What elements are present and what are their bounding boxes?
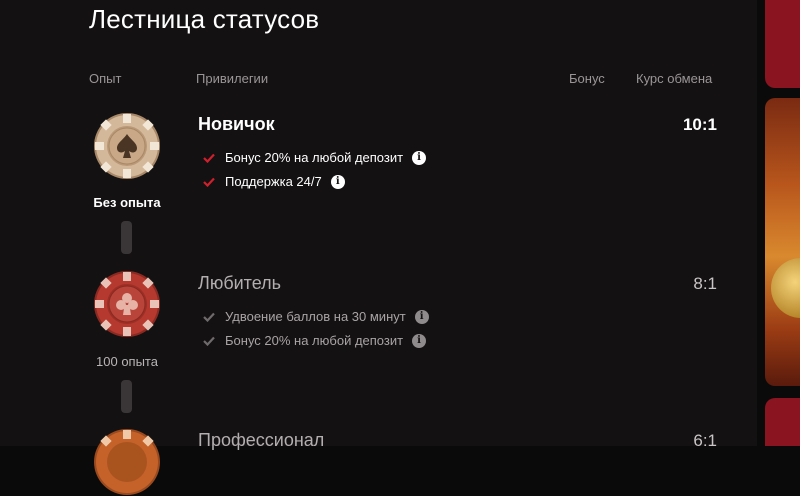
tier-experience-amateur: 100 опыта: [96, 354, 158, 369]
info-icon[interactable]: i: [330, 174, 345, 189]
club-icon: [94, 271, 160, 337]
tier-chip-professional: [93, 428, 161, 496]
perk-label: Бонус 20% на любой депозит: [225, 150, 404, 165]
chip-icon: [94, 429, 160, 495]
spade-icon: [94, 113, 160, 179]
ladder-connector: [121, 380, 132, 413]
perk-label: Бонус 20% на любой депозит: [225, 333, 404, 348]
tier-chip-amateur: [93, 270, 161, 338]
tier-rate-amateur: 8:1: [693, 274, 717, 293]
coin-icon: [771, 258, 800, 318]
tier-name-professional: Профессионал: [198, 430, 325, 450]
info-icon[interactable]: i: [412, 150, 427, 165]
side-banner-top[interactable]: [765, 0, 800, 88]
perk-item: Поддержка 24/7 i: [203, 174, 345, 189]
perk-label: Поддержка 24/7: [225, 174, 322, 189]
check-icon: [203, 153, 215, 163]
tier-name-amateur: Любитель: [198, 273, 282, 293]
perk-item: Бонус 20% на любой депозит i: [203, 150, 427, 165]
side-banner-bottom[interactable]: [765, 398, 800, 446]
perk-label: Удвоение баллов на 30 минут: [225, 309, 406, 324]
info-icon[interactable]: i: [414, 309, 429, 324]
column-header-exchange-rate: Курс обмена: [636, 71, 713, 86]
tier-rate-novice: 10:1: [682, 115, 717, 134]
info-icon[interactable]: i: [412, 333, 427, 348]
check-icon: [203, 312, 215, 322]
check-icon: [203, 336, 215, 346]
perk-item: Удвоение баллов на 30 минут i: [203, 309, 429, 324]
status-ladder-panel: Лестница статусов Опыт Привилегии Бонус …: [0, 0, 757, 495]
check-icon: [203, 177, 215, 187]
column-header-experience: Опыт: [89, 71, 122, 86]
side-banner-image[interactable]: [765, 98, 800, 386]
ladder-connector: [121, 221, 132, 254]
page-title: Лестница статусов: [89, 4, 320, 34]
tier-experience-novice: Без опыта: [93, 195, 161, 210]
tier-name-novice: Новичок: [198, 114, 275, 134]
perk-item: Бонус 20% на любой депозит i: [203, 333, 427, 348]
tier-rate-professional: 6:1: [693, 431, 717, 450]
tier-chip-novice: [93, 112, 161, 180]
column-header-privileges: Привилегии: [196, 71, 269, 86]
column-header-bonus: Бонус: [569, 71, 605, 86]
